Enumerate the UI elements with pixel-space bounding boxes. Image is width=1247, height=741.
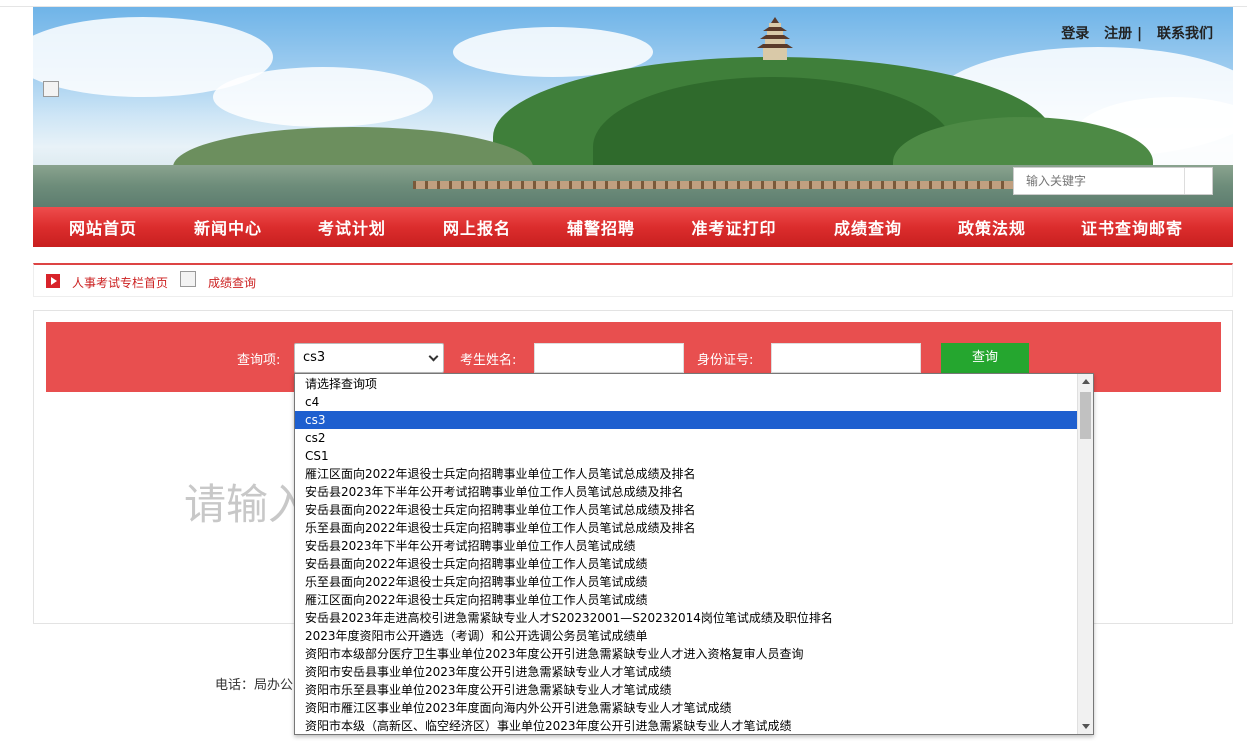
dropdown-option[interactable]: CS1 [295, 447, 1078, 465]
nav-item-admission-ticket[interactable]: 准考证打印 [669, 215, 799, 239]
top-links: 登录 注册 | 联系我们 [1051, 23, 1213, 43]
dropdown-option[interactable]: 安岳县面向2022年退役士兵定向招聘事业单位工作人员笔试总成绩及排名 [295, 501, 1078, 519]
dropdown-option[interactable]: 乐至县面向2022年退役士兵定向招聘事业单位工作人员笔试成绩 [295, 573, 1078, 591]
search-button[interactable] [1184, 168, 1212, 194]
nav-item-certificate-mail[interactable]: 证书查询邮寄 [1047, 215, 1217, 239]
scroll-thumb[interactable] [1080, 392, 1091, 439]
contact-link[interactable]: 联系我们 [1157, 26, 1213, 42]
header-banner: 登录 注册 | 联系我们 [33, 7, 1233, 207]
chevron-down-icon [428, 351, 439, 362]
dropdown-option[interactable]: 资阳市本级（高新区、临空经济区）事业单位2023年度公开引进急需紧缺专业人才笔试… [295, 717, 1078, 734]
nav-item-home[interactable]: 网站首页 [33, 215, 173, 239]
id-label: 身份证号: [697, 353, 754, 368]
main-nav: 网站首页 新闻中心 考试计划 网上报名 辅警招聘 准考证打印 成绩查询 政策法规… [33, 207, 1233, 247]
scroll-down-icon[interactable] [1082, 724, 1090, 729]
search-input[interactable] [1014, 168, 1182, 194]
dropdown-option[interactable]: 安岳县面向2022年退役士兵定向招聘事业单位工作人员笔试成绩 [295, 555, 1078, 573]
top-line [0, 0, 1247, 7]
query-item-select[interactable]: cs3 [294, 343, 444, 373]
query-item-dropdown: 请选择查询项 c4 cs3 cs2 CS1 雁江区面向2022年退役士兵定向招聘事业单位工… [294, 373, 1094, 735]
lakeside-rail [413, 181, 1053, 189]
site-search [1013, 167, 1213, 195]
breadcrumb: 人事考试专栏首页 成绩查询 [33, 263, 1233, 297]
nav-item-auxiliary-police[interactable]: 辅警招聘 [533, 215, 669, 239]
name-label: 考生姓名: [460, 353, 517, 368]
dropdown-option[interactable]: 资阳市乐至县事业单位2023年度公开引进急需紧缺专业人才笔试成绩 [295, 681, 1078, 699]
scroll-up-icon[interactable] [1082, 379, 1090, 384]
name-input[interactable] [534, 343, 684, 373]
placeholder-hint: 请输入 [184, 480, 311, 529]
login-link[interactable]: 登录 [1061, 26, 1089, 42]
nav-item-online-registration[interactable]: 网上报名 [421, 215, 533, 239]
dropdown-option[interactable]: 乐至县面向2022年退役士兵定向招聘事业单位工作人员笔试总成绩及排名 [295, 519, 1078, 537]
query-item-value: cs3 [303, 350, 326, 365]
nav-item-score-query[interactable]: 成绩查询 [799, 215, 937, 239]
query-item-label: 查询项: [237, 353, 281, 368]
dropdown-option[interactable]: 安岳县2023年下半年公开考试招聘事业单位工作人员笔试成绩 [295, 537, 1078, 555]
nav-item-policy[interactable]: 政策法规 [937, 215, 1047, 239]
dropdown-option[interactable]: 安岳县2023年下半年公开考试招聘事业单位工作人员笔试总成绩及排名 [295, 483, 1078, 501]
dropdown-option[interactable]: 2023年度资阳市公开遴选（考调）和公开选调公务员笔试成绩单 [295, 627, 1078, 645]
dropdown-options: 请选择查询项 c4 cs3 cs2 CS1 雁江区面向2022年退役士兵定向招聘事业单位工… [295, 375, 1078, 734]
register-link[interactable]: 注册 | [1104, 26, 1142, 42]
dropdown-option[interactable]: 雁江区面向2022年退役士兵定向招聘事业单位工作人员笔试总成绩及排名 [295, 465, 1078, 483]
dropdown-option[interactable]: cs2 [295, 429, 1078, 447]
dropdown-scrollbar[interactable] [1077, 374, 1093, 734]
dropdown-option[interactable]: c4 [295, 393, 1078, 411]
breadcrumb-home[interactable]: 人事考试专栏首页 [72, 274, 168, 291]
nav-item-news[interactable]: 新闻中心 [173, 215, 283, 239]
query-button[interactable]: 查询 [941, 343, 1029, 373]
dropdown-option[interactable]: 安岳县2023年走进高校引进急需紧缺专业人才S20232001—S2023201… [295, 609, 1078, 627]
nav-item-exam-plan[interactable]: 考试计划 [283, 215, 421, 239]
dropdown-option[interactable]: cs3 [295, 411, 1078, 429]
dropdown-option[interactable]: 雁江区面向2022年退役士兵定向招聘事业单位工作人员笔试成绩 [295, 591, 1078, 609]
play-icon [46, 274, 60, 288]
dropdown-option[interactable]: 资阳市本级部分医疗卫生事业单位2023年度公开引进急需紧缺专业人才进入资格复审人… [295, 645, 1078, 663]
page: 登录 注册 | 联系我们 网站首页 新闻中心 考试计划 网上报名 辅警招聘 准考… [0, 0, 1247, 741]
dropdown-option[interactable]: 资阳市雁江区事业单位2023年度面向海内外公开引进急需紧缺专业人才笔试成绩 [295, 699, 1078, 717]
dropdown-option[interactable]: 请选择查询项 [295, 375, 1078, 393]
dropdown-option[interactable]: 资阳市安岳县事业单位2023年度公开引进急需紧缺专业人才笔试成绩 [295, 663, 1078, 681]
id-number-input[interactable] [771, 343, 921, 373]
footer-phone: 电话：局办公 [215, 678, 294, 693]
logo-image [43, 81, 59, 97]
breadcrumb-current[interactable]: 成绩查询 [208, 274, 256, 291]
separator-image [180, 271, 196, 287]
